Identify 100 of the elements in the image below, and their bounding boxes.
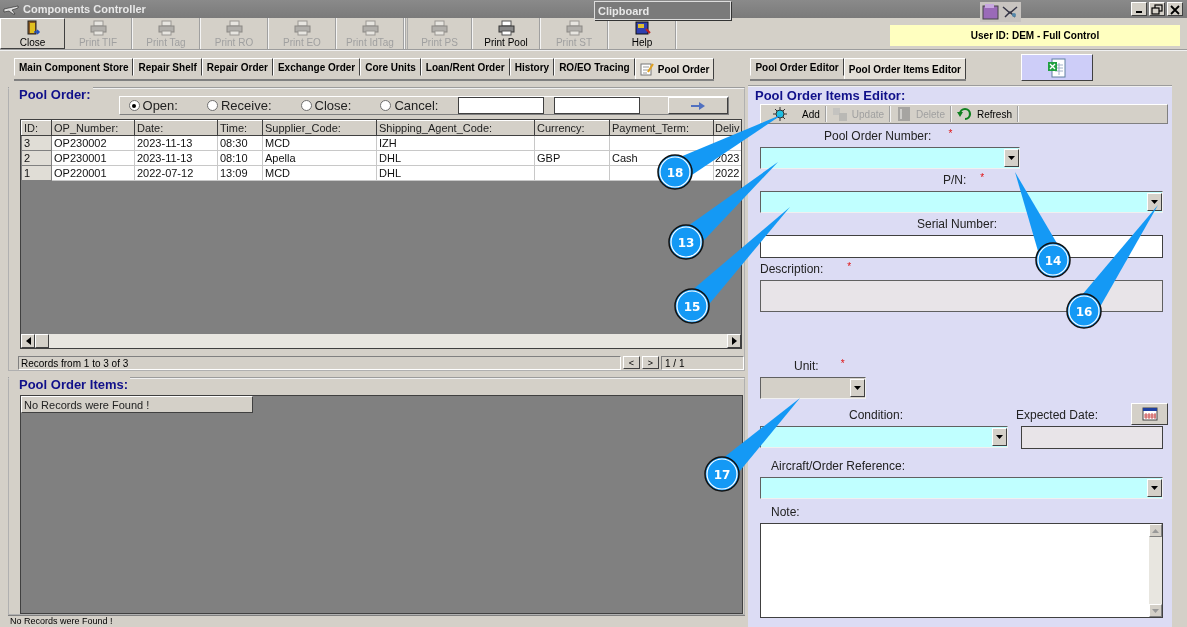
door-icon: [24, 19, 41, 36]
section-title: Pool Order:: [9, 87, 93, 102]
scrollbar[interactable]: [21, 334, 741, 348]
curved-arrow-icon: [956, 106, 973, 122]
scroll-thumb[interactable]: [35, 334, 49, 348]
caret-icon: [1008, 156, 1015, 160]
radio-button[interactable]: [300, 100, 312, 111]
tab[interactable]: Main Component Store: [14, 58, 134, 76]
filter-field[interactable]: [458, 97, 545, 114]
radio-option[interactable]: Cancel:: [380, 98, 439, 113]
column-header[interactable]: ID:: [21, 120, 52, 136]
caret-icon: [1151, 486, 1158, 490]
field-label: Description:: [760, 262, 824, 276]
tab[interactable]: History: [509, 58, 555, 76]
dropdown-field[interactable]: [760, 191, 1163, 213]
printer-icon: [565, 19, 583, 36]
column-header[interactable]: Time:: [217, 120, 263, 136]
printer-icon: [497, 19, 515, 36]
text-field[interactable]: [760, 235, 1163, 258]
go-button[interactable]: [667, 97, 728, 114]
column-header[interactable]: Date:: [134, 120, 218, 136]
scrollbar[interactable]: [1149, 524, 1162, 617]
column-header[interactable]: Supplier_Code:: [262, 120, 377, 136]
tab[interactable]: Exchange Order: [272, 58, 361, 76]
calendar-icon: [1141, 407, 1158, 421]
printer-icon: [431, 19, 448, 36]
previous-button[interactable]: <: [623, 356, 640, 369]
field-label: Aircraft/Order Reference:: [771, 459, 906, 473]
airplane-icon: [3, 3, 19, 15]
radio-button[interactable]: [380, 100, 392, 111]
page-indicator: 1 / 1: [661, 356, 744, 370]
printer-icon: [293, 19, 311, 36]
minimize-icon: [1136, 11, 1142, 13]
window-title: Components Controller: [23, 3, 146, 15]
down-arrow-icon: [1152, 608, 1159, 613]
dropdown-field[interactable]: [760, 477, 1163, 499]
column-header[interactable]: Currency:: [534, 120, 610, 136]
radio-option[interactable]: Close:: [300, 98, 352, 113]
pages-icon: [831, 106, 848, 122]
tab[interactable]: RO/EO Tracing: [554, 58, 635, 76]
required-mark: *: [847, 262, 852, 272]
restore-icon: [1150, 2, 1164, 16]
tab[interactable]: Pool Order Items Editor: [843, 58, 966, 79]
next-button[interactable]: >: [642, 356, 659, 369]
radio-button[interactable]: [128, 100, 140, 111]
radio-option[interactable]: Receive:: [206, 98, 272, 113]
text-area[interactable]: [760, 523, 1163, 618]
section-title: Pool Order Items:: [9, 377, 131, 392]
radio-button[interactable]: [206, 100, 218, 111]
minimize-button[interactable]: [1131, 2, 1147, 16]
printer-icon: [89, 19, 107, 36]
block-icon: [896, 106, 913, 122]
export-button[interactable]: [1021, 54, 1093, 81]
printer-icon: [361, 19, 379, 36]
printer-icon: [225, 19, 243, 36]
required-mark: *: [948, 129, 953, 139]
tab[interactable]: Repair Shelf: [133, 58, 202, 76]
tab[interactable]: Repair Order: [201, 58, 273, 76]
field-label: Note:: [771, 505, 800, 519]
user-info: User ID: DEM - Full Control: [890, 25, 1180, 46]
tab[interactable]: Pool Order: [634, 58, 715, 79]
section-title: Pool Order Items Editor:: [754, 88, 907, 103]
folder-icon: [982, 3, 1000, 21]
field-label: Condition:: [849, 408, 904, 422]
close-button[interactable]: Close: [0, 18, 65, 49]
status-bar: No Records were Found !: [8, 615, 745, 627]
filter-field[interactable]: [554, 97, 641, 114]
required-mark: *: [980, 173, 985, 183]
arrow-icon: [690, 101, 705, 110]
radio-option[interactable]: Open:: [128, 98, 178, 113]
close-button[interactable]: [1167, 2, 1183, 16]
caret-icon: [996, 435, 1003, 439]
record-count: Records from 1 to 3 of 3: [18, 356, 621, 370]
column-header[interactable]: OP_Number:: [51, 120, 135, 136]
panel-title: Clipboard: [597, 4, 650, 17]
date-field[interactable]: [1021, 426, 1163, 449]
field-label: Pool Order Number:: [824, 129, 932, 143]
up-arrow-icon: [1152, 528, 1159, 533]
spreadsheet-icon: [1046, 56, 1068, 79]
field-label: Unit:: [794, 359, 819, 373]
tab[interactable]: Core Units: [360, 58, 421, 76]
tab[interactable]: Loan/Rent Order: [420, 58, 510, 76]
dropdown-field[interactable]: [760, 147, 1020, 169]
field-label: P/N:: [943, 173, 967, 187]
close-icon: [1168, 2, 1182, 16]
notepad-icon: [639, 62, 654, 76]
empty-message: No Records were Found !: [21, 396, 253, 413]
column-header[interactable]: Payment_Term:: [609, 120, 714, 136]
toolbar-button[interactable]: Refresh: [951, 106, 1019, 122]
tab[interactable]: Pool Order Editor: [750, 58, 844, 76]
right-arrow-icon: [731, 337, 737, 345]
required-mark: *: [840, 359, 845, 369]
field-label: Serial Number:: [917, 217, 998, 231]
restore-button[interactable]: [1149, 2, 1165, 16]
column-header[interactable]: Shipping_Agent_Code:: [376, 120, 535, 136]
book-icon: [633, 19, 651, 36]
field-label: Expected Date:: [1016, 408, 1099, 422]
calendar-button[interactable]: [1131, 403, 1168, 425]
dropdown-field[interactable]: [760, 426, 1008, 448]
printer-icon: [157, 19, 175, 36]
